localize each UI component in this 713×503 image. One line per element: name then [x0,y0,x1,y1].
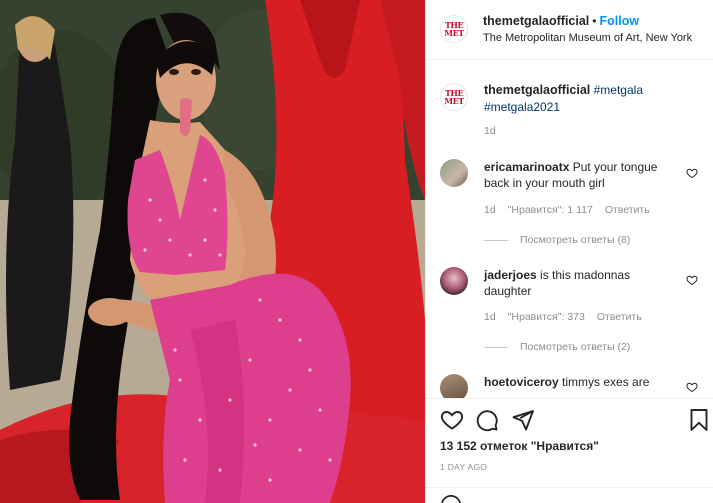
comment-meta: 1d "Нравится": 373 Ответить [484,311,642,323]
follow-button[interactable]: Follow [599,14,639,28]
comment-item: jaderjoes is this madonnas daughter [484,267,679,299]
comment-like-heart-icon[interactable] [686,167,698,179]
comment-like-heart-icon[interactable] [686,381,698,393]
comment-item: ericamarinoatx Put your tongue back in y… [484,159,679,191]
comment-likes-count[interactable]: "Нравится": 373 [508,311,585,323]
bookmark-icon[interactable] [689,408,709,432]
comment-meta: 1d "Нравится": 1 117 Ответить [484,204,650,216]
view-replies-label: Посмотреть ответы (8) [520,234,631,246]
paper-plane-icon[interactable] [511,408,535,432]
reply-button[interactable]: Ответить [597,311,642,323]
comment-username[interactable]: hoetoviceroy [484,375,559,389]
emoji-icon[interactable] [440,494,462,503]
commenter-avatar[interactable] [440,267,468,295]
logo-line-2: MET [444,28,464,38]
commenter-avatar[interactable] [440,159,468,187]
post-location[interactable]: The Metropolitan Museum of Art, New York [483,32,692,44]
comment-username[interactable]: ericamarinoatx [484,160,569,174]
post-side-panel: THE MET themetgalaofficial • Follow The Met… [425,0,713,503]
met-logo-avatar[interactable]: THE MET [440,15,468,43]
likes-count[interactable]: 13 152 отметок "Нравится" [440,439,599,453]
view-replies-button[interactable]: Посмотреть ответы (2) [484,341,630,353]
comment-like-heart-icon[interactable] [686,274,698,286]
caption-author-avatar[interactable]: THE MET [440,83,468,111]
post-action-bar: 13 152 отметок "Нравится" 1 DAY AGO [426,398,713,503]
photo-illustration [0,0,425,503]
heart-icon[interactable] [440,408,464,432]
caption-username[interactable]: themetgalaofficial [484,83,590,97]
reply-button[interactable]: Ответить [605,204,650,216]
logo-line-2: MET [444,96,464,106]
comment-likes-count[interactable]: "Нравится": 1 117 [508,204,593,216]
post-timestamp[interactable]: 1 DAY AGO [440,462,487,472]
post-author-username[interactable]: themetgalaofficial [483,14,589,28]
comment-time: 1d [484,311,496,323]
view-replies-label: Посмотреть ответы (2) [520,341,631,353]
comment-item: hoetoviceroy timmys exes are [484,374,679,390]
comment-icon[interactable] [475,408,499,432]
view-replies-button[interactable]: Посмотреть ответы (8) [484,234,630,246]
replies-line [484,239,508,241]
separator-dot: • [592,14,597,28]
post-caption: themetgalaofficial #metgala #metgala2021 [484,82,679,116]
add-comment-row[interactable] [426,487,713,503]
hashtag-metgala[interactable]: #metgala [594,83,643,97]
post-photo[interactable] [0,0,425,503]
comment-username[interactable]: jaderjoes [484,268,537,282]
caption-time: 1d [484,125,496,137]
comment-text: timmys exes are [562,375,650,389]
hashtag-metgala2021[interactable]: #metgala2021 [484,100,560,114]
comment-time: 1d [484,204,496,216]
post-header: THE MET themetgalaofficial • Follow The Met… [426,0,713,60]
replies-line [484,346,508,348]
